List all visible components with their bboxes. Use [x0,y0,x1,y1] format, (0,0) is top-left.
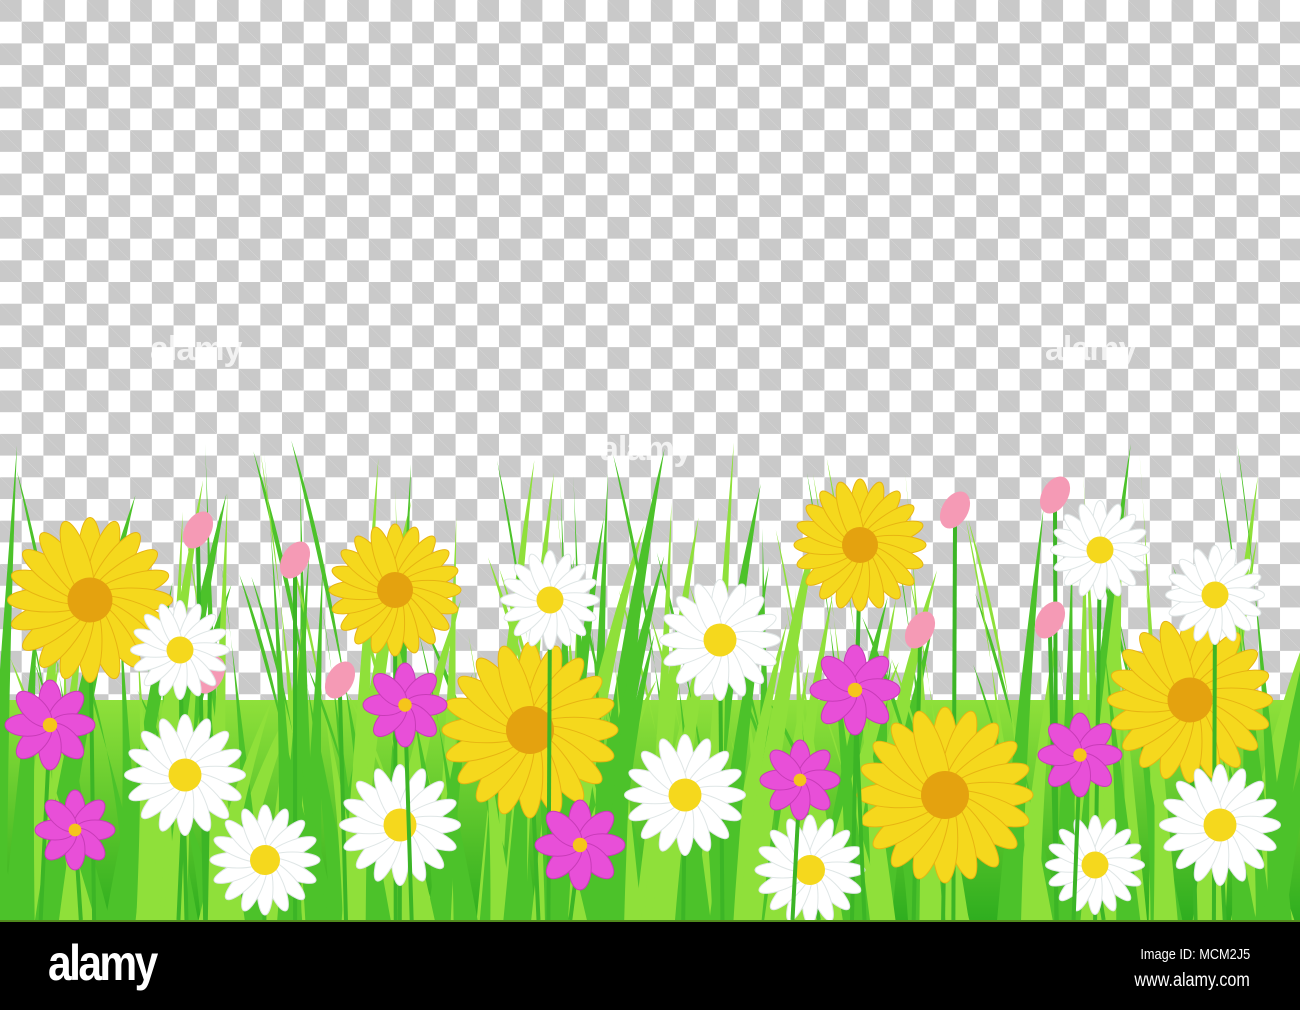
flower-center [847,682,863,698]
flower-center [1201,581,1229,609]
flower-center [68,823,82,837]
flower-center [506,706,554,754]
flower-bud [939,491,971,529]
flower-center [1073,748,1087,762]
flower-center [1203,808,1237,842]
flower-center [168,758,202,792]
footer-bar: alamy Image ID: MCM2J5 www.alamy.com [0,920,1300,1010]
flower-center [1086,536,1114,564]
flower-center [668,778,702,812]
image-id: Image ID: MCM2J5 [1140,946,1250,963]
flower-bud [904,611,936,649]
flower-center [1167,677,1213,723]
flower-center [921,771,969,819]
flower-center [250,845,280,875]
grass-flower-scene [0,440,1300,920]
flower-center [536,586,564,614]
flower-center [166,636,194,664]
flower-center [572,837,588,853]
flower-center [67,577,113,623]
flower-center [383,808,417,842]
flower-center [795,855,825,885]
flower-center [842,527,878,563]
flower-bud [324,661,356,699]
flower-center [703,623,737,657]
flower-bud [1039,476,1071,514]
illustration-canvas: alamy alamy alamy alamy [0,0,1300,920]
site-url: www.alamy.com [1134,970,1250,991]
flower-center [1081,851,1109,879]
flower-center [42,717,58,733]
flower-center [377,572,413,608]
flower-center [398,698,412,712]
flower-center [793,773,807,787]
alamy-logo: alamy [48,935,158,991]
